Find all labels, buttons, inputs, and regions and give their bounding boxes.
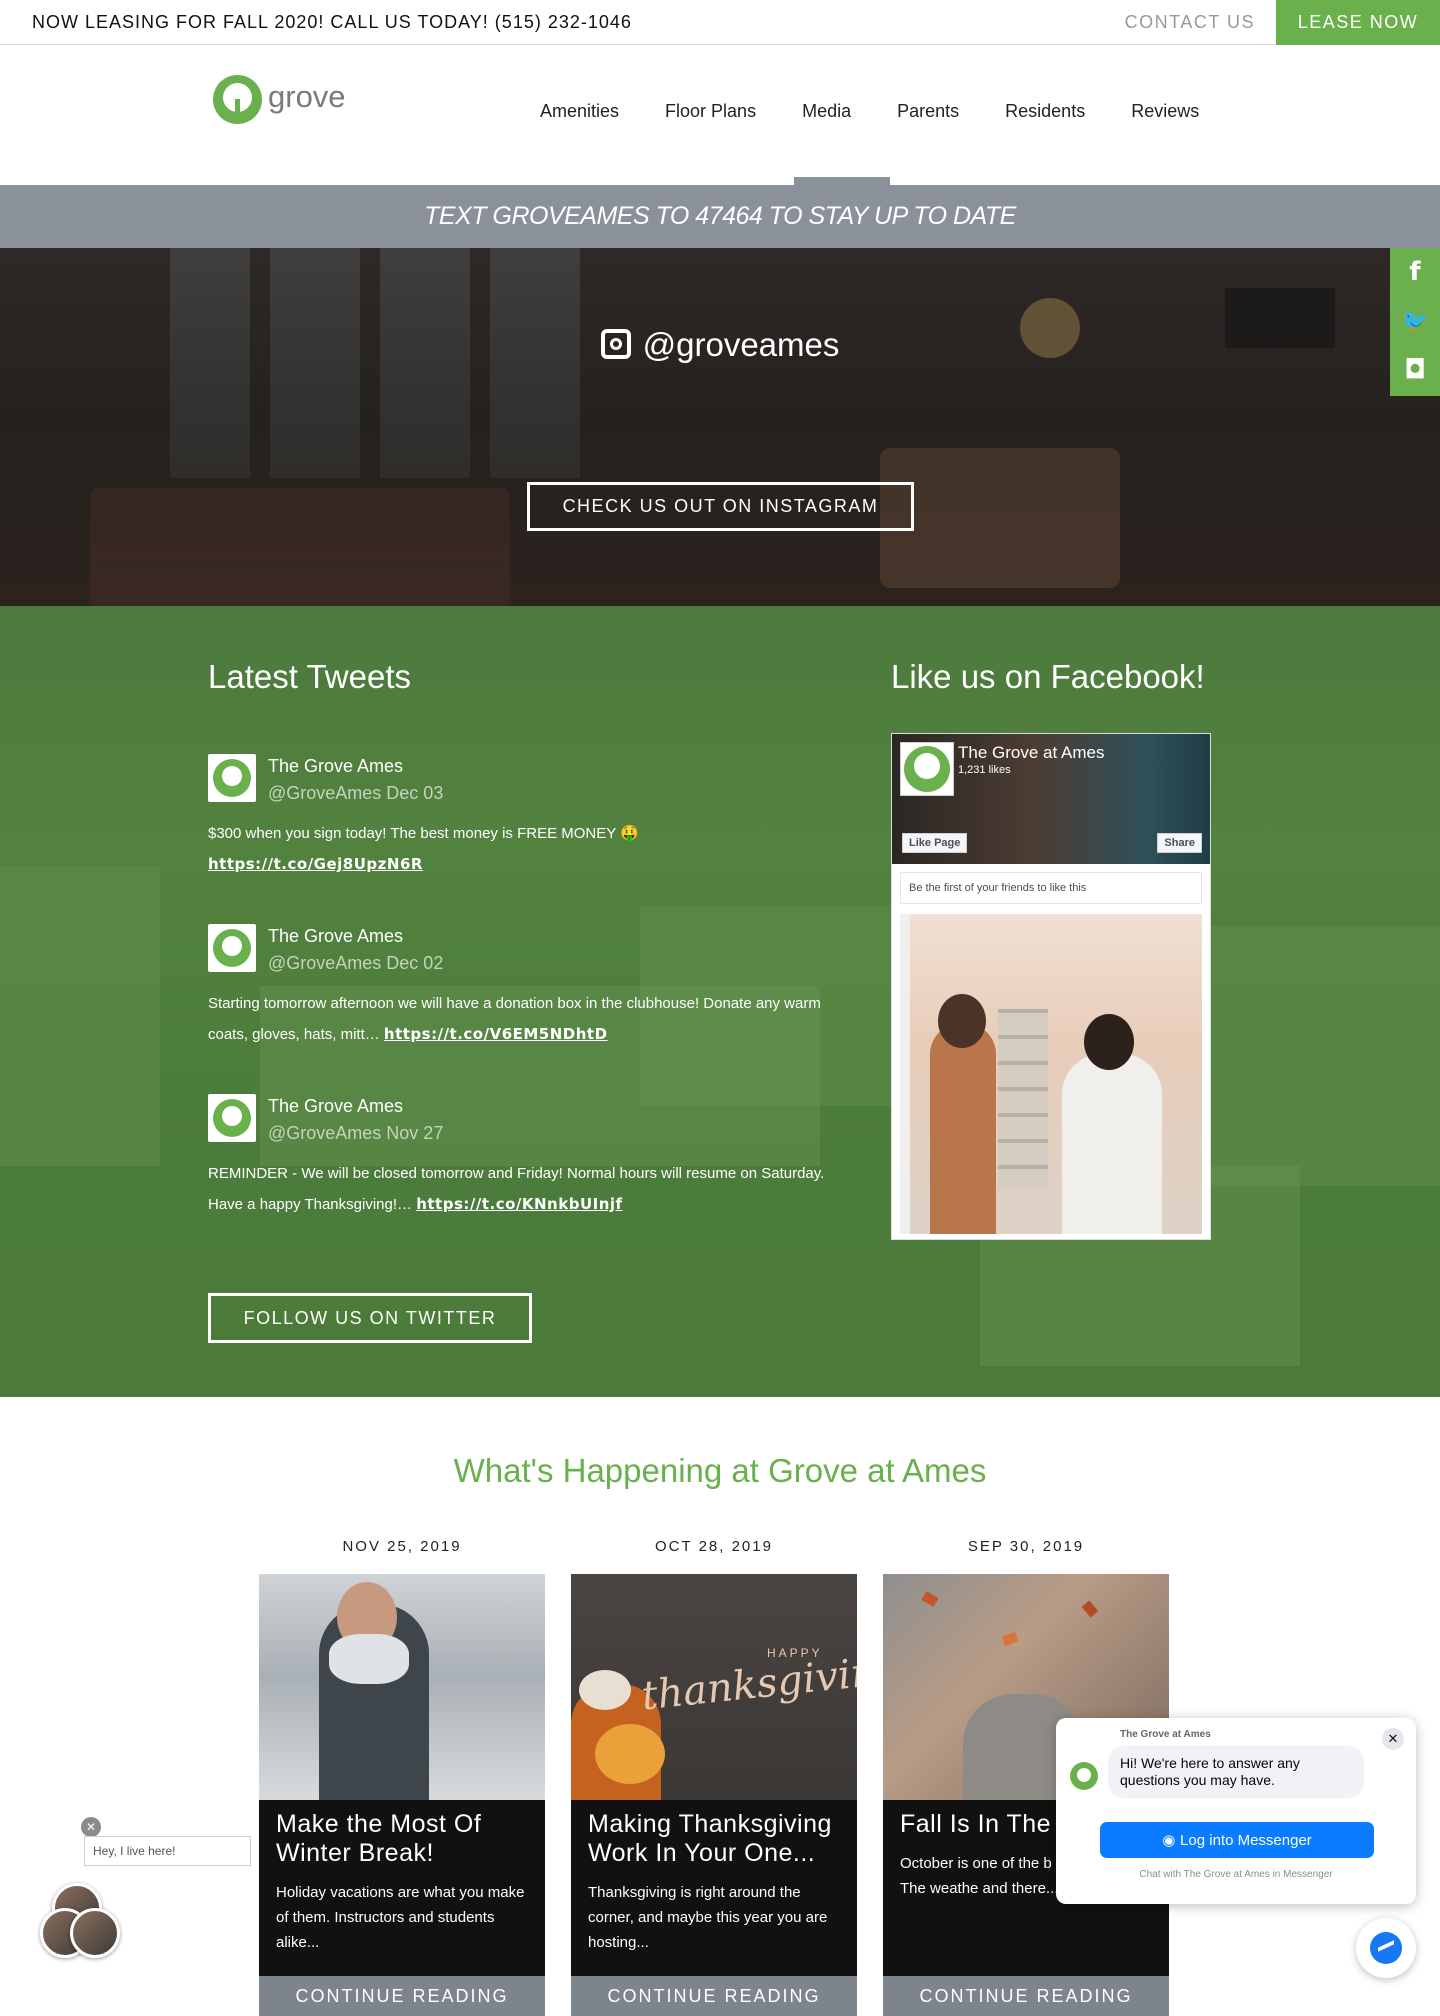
blog-title[interactable]: Making Thanksgiving Work In Your One...: [588, 1810, 840, 1868]
top-bar: NOW LEASING FOR FALL 2020! CALL US TODAY…: [0, 0, 1440, 45]
chat-close-icon[interactable]: ✕: [1382, 1728, 1404, 1750]
twitter-icon[interactable]: 🐦: [1390, 297, 1440, 346]
messenger-icon: ◉: [1162, 1831, 1181, 1849]
blog-excerpt: Holiday vacations are what you make of t…: [276, 1884, 525, 1951]
tweet-handle-date: @GroveAmes Dec 02: [268, 953, 444, 973]
resident-widget-bubble[interactable]: Hey, I live here!: [84, 1836, 251, 1866]
blog-image[interactable]: [259, 1574, 545, 1800]
resident-widget-close-icon[interactable]: ✕: [81, 1817, 101, 1837]
blog-date: NOV 25, 2019: [342, 1538, 462, 1555]
facebook-heading: Like us on Facebook!: [891, 658, 1205, 695]
messenger-launcher-icon[interactable]: [1356, 1918, 1416, 1978]
leasing-announcement: NOW LEASING FOR FALL 2020! CALL US TODAY…: [32, 12, 632, 32]
chat-avatar: [1070, 1762, 1098, 1790]
nav-parents[interactable]: Parents: [897, 101, 959, 122]
tweet-avatar[interactable]: [208, 754, 256, 802]
facebook-friends-text: Be the first of your friends to like thi…: [900, 872, 1202, 904]
blog-date: OCT 28, 2019: [655, 1538, 773, 1555]
blog-card: SEP 30, 2019 Fall Is In The A October is…: [883, 1538, 1169, 2016]
continue-reading-button[interactable]: CONTINUE READING: [883, 1976, 1169, 2016]
grove-tree-icon: [213, 75, 262, 124]
tweet-author[interactable]: The Grove Ames: [268, 1096, 403, 1117]
facebook-like-count: 1,231 likes: [958, 764, 1011, 776]
blog-excerpt: Thanksgiving is right around the corner,…: [588, 1884, 828, 1951]
tweet-avatar[interactable]: [208, 924, 256, 972]
facebook-share-button[interactable]: Share: [1157, 833, 1202, 853]
site-header: grove Amenities Floor Plans Media Parent…: [0, 45, 1440, 185]
instagram-icon[interactable]: ◘: [1390, 346, 1440, 395]
facebook-like-button[interactable]: Like Page: [902, 833, 968, 853]
blog-panel: Make the Most Of Winter Break! Holiday v…: [259, 1800, 545, 1976]
tweet-link[interactable]: https://t.co/KNnkbUInjf: [416, 1195, 622, 1213]
nav-reviews[interactable]: Reviews: [1131, 101, 1199, 122]
follow-twitter-button[interactable]: FOLLOW US ON TWITTER: [208, 1293, 532, 1343]
messenger-login-label: Log into Messenger: [1180, 1832, 1312, 1849]
site-logo[interactable]: grove: [213, 75, 346, 124]
tweet-author[interactable]: The Grove Ames: [268, 756, 403, 777]
blog-panel: Making Thanksgiving Work In Your One... …: [571, 1800, 857, 1976]
logo-wordmark: grove: [268, 78, 346, 114]
tweet-link[interactable]: https://t.co/V6EM5NDhtD: [384, 1025, 608, 1043]
facebook-page-widget: The Grove at Ames 1,231 likes Like Page …: [891, 733, 1211, 1240]
tweet-body: REMINDER - We will be closed tomorrow an…: [208, 1159, 828, 1220]
chat-subtext: Chat with The Grove at Ames in Messenger: [1139, 1869, 1333, 1880]
instagram-button[interactable]: CHECK US OUT ON INSTAGRAM: [527, 482, 914, 531]
continue-reading-button[interactable]: CONTINUE READING: [259, 1976, 545, 2016]
instagram-icon: [600, 329, 631, 359]
text-signup-banner: TEXT GROVEAMES TO 47464 TO STAY UP TO DA…: [0, 185, 1440, 248]
nav-floor-plans[interactable]: Floor Plans: [665, 101, 756, 122]
blog-card: OCT 28, 2019 HAPPY thanksgiving Making T…: [571, 1538, 857, 2016]
tweet-handle-date: @GroveAmes Dec 03: [268, 783, 444, 803]
tweet-author[interactable]: The Grove Ames: [268, 926, 403, 947]
blog-image[interactable]: HAPPY thanksgiving: [571, 1574, 857, 1800]
instagram-hero: @groveames CHECK US OUT ON INSTAGRAM: [0, 248, 1440, 606]
messenger-login-button[interactable]: ◉ Log into Messenger: [1100, 1822, 1374, 1858]
nav-media[interactable]: Media: [802, 101, 851, 122]
contact-us-link[interactable]: CONTACT US: [1125, 12, 1255, 33]
tweet-body: $300 when you sign today! The best money…: [208, 819, 828, 880]
facebook-icon[interactable]: f: [1390, 248, 1440, 297]
messenger-chat-popup: The Grove at Ames ✕ Hi! We're here to an…: [1056, 1718, 1416, 1904]
instagram-handle[interactable]: @groveames: [0, 326, 1440, 364]
chat-org-name: The Grove at Ames: [1120, 1729, 1211, 1740]
social-rail: f 🐦 ◘: [1390, 248, 1440, 396]
tweet-avatar[interactable]: [208, 1094, 256, 1142]
tweet-body: Starting tomorrow afternoon we will have…: [208, 989, 828, 1050]
tweets-heading: Latest Tweets: [208, 658, 412, 695]
resident-avatar[interactable]: [70, 1908, 120, 1958]
social-feeds-section: Latest Tweets Like us on Facebook! The G…: [0, 606, 1440, 1397]
facebook-post-photo[interactable]: [900, 914, 1202, 1234]
blog-date: SEP 30, 2019: [967, 1538, 1085, 1555]
tweet-link[interactable]: https://t.co/Gej8UpzN6R: [208, 855, 423, 873]
lease-now-button[interactable]: LEASE NOW: [1276, 0, 1440, 45]
facebook-page-name[interactable]: The Grove at Ames: [958, 743, 1104, 763]
blog-heading: What's Happening at Grove at Ames: [453, 1452, 987, 1489]
blog-title[interactable]: Make the Most Of Winter Break!: [276, 1810, 528, 1868]
nav-amenities[interactable]: Amenities: [540, 101, 619, 122]
instagram-handle-text: @groveames: [642, 326, 840, 363]
main-nav: Amenities Floor Plans Media Parents Resi…: [540, 101, 1245, 122]
tweet-text: $300 when you sign today! The best money…: [208, 825, 639, 842]
tweet-handle-date: @GroveAmes Nov 27: [268, 1123, 444, 1143]
continue-reading-button[interactable]: CONTINUE READING: [571, 1976, 857, 2016]
nav-residents[interactable]: Residents: [1005, 101, 1085, 122]
blog-card: NOV 25, 2019 Make the Most Of Winter Bre…: [259, 1538, 545, 2016]
active-nav-indicator: [794, 177, 890, 185]
thanksgiving-script-text: thanksgiving: [639, 1646, 857, 1720]
chat-greeting: Hi! We're here to answer any questions y…: [1108, 1746, 1364, 1798]
facebook-profile-picture[interactable]: [900, 742, 954, 796]
